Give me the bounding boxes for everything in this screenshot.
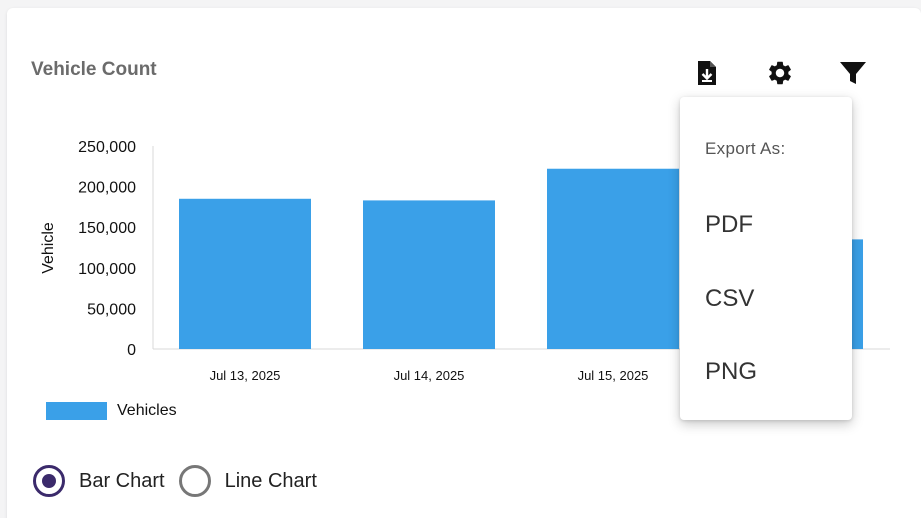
radio-label-line-chart: Line Chart <box>224 469 317 492</box>
export-png-item[interactable]: PNG <box>705 358 757 386</box>
chart-bar <box>363 200 495 349</box>
export-csv-item[interactable]: CSV <box>705 285 754 313</box>
radio-bar-chart[interactable]: Bar Chart <box>33 465 165 497</box>
x-tick-label: Jul 13, 2025 <box>210 368 281 383</box>
x-tick-label: Jul 15, 2025 <box>578 368 649 383</box>
radio-line-chart[interactable]: Line Chart <box>178 465 317 497</box>
y-tick-label: 250,000 <box>78 139 136 156</box>
y-axis-label: Vehicle <box>40 222 57 274</box>
radio-button-unchecked[interactable] <box>178 465 211 497</box>
chart-legend: Vehicles <box>46 402 177 420</box>
y-tick-label: 150,000 <box>78 220 136 237</box>
chart-bar <box>179 198 311 349</box>
export-pdf-item[interactable]: PDF <box>705 211 753 239</box>
y-tick-label: 0 <box>127 342 136 359</box>
legend-label: Vehicles <box>117 402 177 419</box>
chart-bar <box>547 168 679 349</box>
radio-button-checked[interactable] <box>33 465 65 497</box>
chart-type-selector: Bar Chart Line Chart <box>33 465 331 497</box>
export-menu: Export As: PDF CSV PNG <box>680 97 852 420</box>
legend-swatch <box>46 402 107 420</box>
x-tick-label: Jul 14, 2025 <box>394 368 465 383</box>
y-tick-label: 50,000 <box>87 301 136 318</box>
y-tick-label: 200,000 <box>78 180 136 197</box>
y-tick-label: 100,000 <box>78 261 136 278</box>
export-menu-header: Export As: <box>705 139 786 158</box>
radio-label-bar-chart: Bar Chart <box>79 469 165 492</box>
